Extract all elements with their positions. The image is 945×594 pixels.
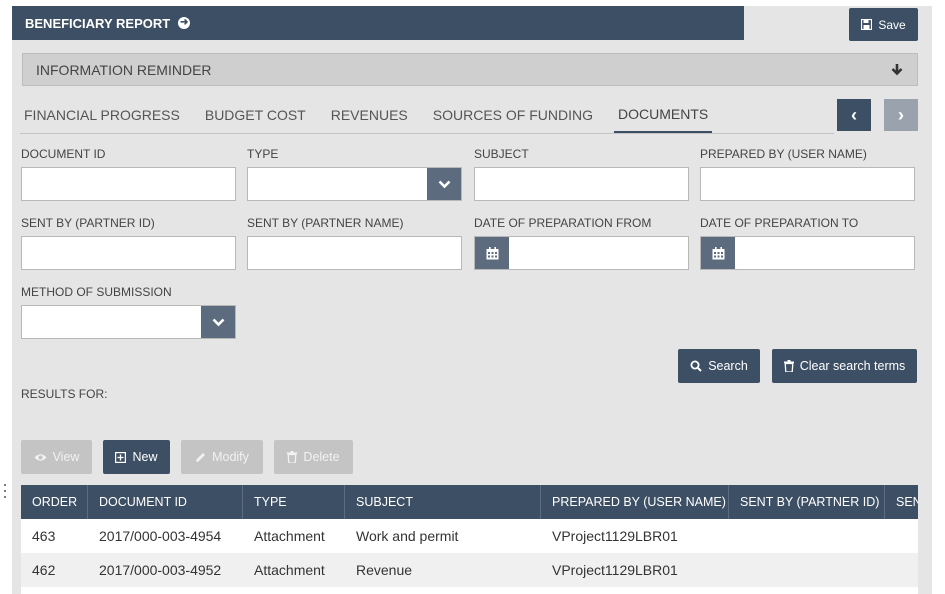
method-of-submission-label: METHOD OF SUBMISSION bbox=[21, 285, 172, 299]
tab-sources-of-funding[interactable]: SOURCES OF FUNDING bbox=[429, 96, 597, 133]
document-id-label: DOCUMENT ID bbox=[21, 147, 106, 161]
date-to-input[interactable] bbox=[700, 236, 915, 270]
new-button[interactable]: New bbox=[103, 440, 170, 474]
column-header-type[interactable]: TYPE bbox=[243, 485, 345, 519]
modify-label: Modify bbox=[212, 450, 249, 464]
resize-grip-handle[interactable] bbox=[3, 484, 7, 524]
chevron-left-icon: ‹ bbox=[851, 104, 857, 125]
method-dropdown-button[interactable] bbox=[201, 306, 235, 338]
column-header-document-id[interactable]: DOCUMENT ID bbox=[88, 485, 243, 519]
chevron-down-icon bbox=[438, 180, 450, 188]
cell-document-id: 2017/000-003-4954 bbox=[99, 528, 222, 544]
delete-label: Delete bbox=[303, 450, 340, 464]
cell-prepared-by: VProject1129LBR01 bbox=[552, 562, 678, 578]
plus-square-icon bbox=[115, 451, 127, 463]
documents-table: ORDER DOCUMENT ID TYPE SUBJECT PREPARED … bbox=[21, 485, 918, 594]
column-header-sent-by-partner-name[interactable]: SEN bbox=[885, 485, 918, 519]
cell-order: 463 bbox=[32, 528, 56, 544]
tabs-next-button[interactable]: › bbox=[884, 99, 918, 131]
type-dropdown-button[interactable] bbox=[427, 168, 461, 200]
cell-sent-by-partner-name bbox=[885, 519, 918, 553]
sent-by-partner-id-input[interactable] bbox=[21, 236, 236, 270]
view-button[interactable]: View bbox=[21, 440, 92, 474]
search-icon bbox=[690, 360, 702, 372]
information-reminder-bar[interactable]: INFORMATION REMINDER bbox=[22, 53, 918, 86]
calendar-icon bbox=[712, 246, 724, 259]
view-label: View bbox=[52, 450, 80, 464]
date-to-label: DATE OF PREPARATION TO bbox=[700, 216, 859, 230]
tab-budget-cost[interactable]: BUDGET COST bbox=[201, 96, 310, 133]
cell-subject: Revenue bbox=[356, 562, 413, 578]
trash-icon bbox=[287, 451, 298, 463]
document-id-input[interactable] bbox=[21, 167, 236, 201]
save-label: Save bbox=[878, 17, 906, 32]
cell-sent-by-partner-name bbox=[885, 553, 918, 587]
pencil-icon bbox=[196, 452, 206, 462]
arrow-down-icon[interactable] bbox=[891, 63, 903, 76]
cell-type: Attachment bbox=[254, 562, 325, 578]
column-header-prepared-by[interactable]: PREPARED BY (USER NAME) bbox=[541, 485, 729, 519]
cell-sent-by-partner-id bbox=[729, 519, 885, 553]
trash-icon bbox=[783, 360, 794, 372]
tab-documents[interactable]: DOCUMENTS bbox=[614, 96, 713, 133]
report-title: BENEFICIARY REPORT bbox=[25, 15, 171, 31]
search-button[interactable]: Search bbox=[678, 349, 760, 383]
cell-order: 462 bbox=[32, 562, 56, 578]
date-from-input[interactable] bbox=[474, 236, 689, 270]
date-to-calendar-button[interactable] bbox=[701, 237, 735, 269]
eye-icon bbox=[34, 453, 47, 461]
type-label: TYPE bbox=[247, 147, 279, 161]
date-from-label: DATE OF PREPARATION FROM bbox=[474, 216, 652, 230]
column-header-sent-by-partner-id[interactable]: SENT BY (PARTNER ID) bbox=[729, 485, 885, 519]
cell-document-id: 2017/000-003-4952 bbox=[99, 562, 222, 578]
sent-by-partner-name-label: SENT BY (PARTNER NAME) bbox=[247, 216, 404, 230]
chevron-right-icon: › bbox=[898, 104, 904, 125]
cell-subject: Work and permit bbox=[356, 528, 459, 544]
report-tabs: FINANCIAL PROGRESS BUDGET COST REVENUES … bbox=[20, 96, 834, 134]
calendar-icon bbox=[486, 246, 498, 259]
table-row[interactable]: 462 2017/000-003-4952 Attachment Revenue… bbox=[21, 553, 918, 587]
floppy-disk-icon bbox=[861, 19, 873, 30]
save-button[interactable]: Save bbox=[849, 8, 918, 41]
search-label: Search bbox=[708, 359, 748, 373]
date-from-calendar-button[interactable] bbox=[475, 237, 509, 269]
prepared-by-input[interactable] bbox=[700, 167, 915, 201]
cell-sent-by-partner-id bbox=[729, 553, 885, 587]
clear-search-terms-label: Clear search terms bbox=[799, 359, 906, 373]
cell-type: Attachment bbox=[254, 528, 325, 544]
table-header: ORDER DOCUMENT ID TYPE SUBJECT PREPARED … bbox=[21, 485, 918, 519]
results-for-label: RESULTS FOR: bbox=[21, 387, 108, 401]
delete-button[interactable]: Delete bbox=[274, 440, 353, 474]
tabs-previous-button[interactable]: ‹ bbox=[837, 99, 871, 131]
column-header-order[interactable]: ORDER bbox=[21, 485, 88, 519]
tab-financial-progress[interactable]: FINANCIAL PROGRESS bbox=[20, 96, 184, 133]
arrow-right-circle-icon[interactable]: ➜ bbox=[178, 17, 191, 29]
column-header-subject[interactable]: SUBJECT bbox=[345, 485, 541, 519]
modify-button[interactable]: Modify bbox=[181, 440, 263, 474]
clear-search-terms-button[interactable]: Clear search terms bbox=[772, 349, 917, 383]
chevron-down-icon bbox=[212, 318, 224, 326]
new-label: New bbox=[132, 450, 158, 464]
prepared-by-label: PREPARED BY (USER NAME) bbox=[700, 147, 867, 161]
table-row[interactable]: 463 2017/000-003-4954 Attachment Work an… bbox=[21, 519, 918, 553]
subject-label: SUBJECT bbox=[474, 147, 529, 161]
tab-revenues[interactable]: REVENUES bbox=[327, 96, 412, 133]
sent-by-partner-name-input[interactable] bbox=[247, 236, 462, 270]
report-title-bar[interactable]: BENEFICIARY REPORT ➜ bbox=[12, 6, 744, 40]
method-of-submission-select[interactable] bbox=[21, 305, 236, 339]
cell-prepared-by: VProject1129LBR01 bbox=[552, 528, 678, 544]
sent-by-partner-id-label: SENT BY (PARTNER ID) bbox=[21, 216, 155, 230]
subject-input[interactable] bbox=[474, 167, 689, 201]
type-select[interactable] bbox=[247, 167, 462, 201]
information-reminder-label: INFORMATION REMINDER bbox=[36, 61, 212, 78]
